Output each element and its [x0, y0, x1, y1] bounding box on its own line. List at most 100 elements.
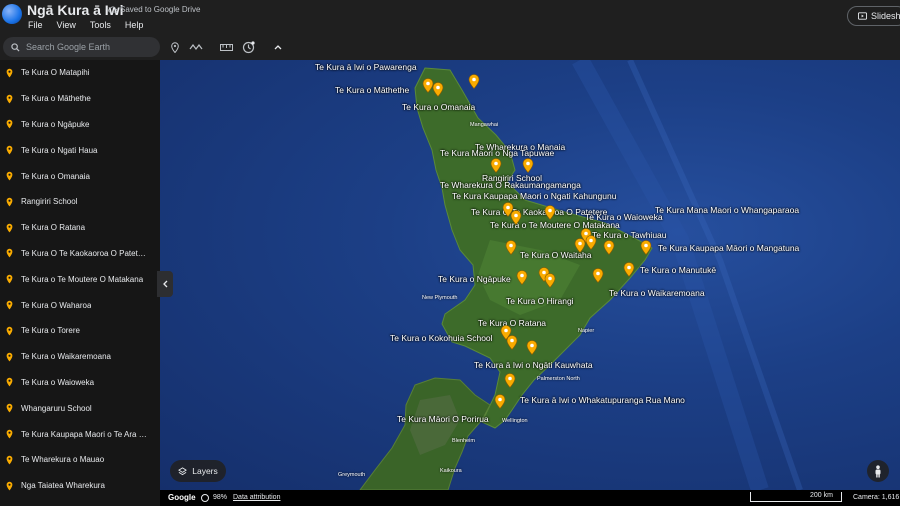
sidebar-item-label: Whangaruru School — [21, 403, 92, 413]
map-pin-icon — [6, 223, 13, 233]
street-view-button[interactable] — [867, 460, 889, 482]
map-pin-icon[interactable] — [504, 373, 516, 388]
school-label: Te Kura o Manutukē — [640, 265, 717, 275]
sidebar-item[interactable]: Te Kura O Ratana — [0, 215, 160, 241]
toolbar — [0, 34, 900, 60]
map-pin-icon[interactable] — [603, 240, 615, 255]
zoom-level: 98% — [213, 494, 228, 501]
sidebar-item[interactable]: Te Kura O Matapihi — [0, 60, 160, 86]
sidebar-item-label: Nga Taiatea Wharekura — [21, 481, 105, 491]
school-label: Te Kura Mana Maori o Whangaparaoa — [655, 205, 800, 215]
sidebar-item[interactable]: Te Kura o Te Moutere O Matakana — [0, 266, 160, 292]
sidebar-item[interactable]: Te Kura O Waharoa — [0, 292, 160, 318]
sidebar-item[interactable]: Te Kura o Omanaia — [0, 163, 160, 189]
city-label: Kaikoura — [440, 468, 462, 474]
sidebar-item-label: Te Kura o Te Moutere O Matakana — [21, 274, 144, 284]
sidebar-item-label: Rangiriri School — [21, 197, 78, 207]
sidebar-item[interactable]: Nga Taiatea Wharekura — [0, 473, 160, 499]
sidebar-item[interactable]: Te Kura o Waioweka — [0, 370, 160, 396]
collapse-toolbar-chevron[interactable] — [271, 41, 285, 53]
map-pin-icon[interactable] — [544, 205, 556, 220]
school-label: Te Kura ā Iwi o Pawarenga — [315, 62, 417, 72]
map-pin-icon[interactable] — [640, 240, 652, 255]
data-attribution-link[interactable]: Data attribution — [233, 494, 280, 501]
google-earth-app: Ngā Kura ā Iwi Saved to Google Drive Fil… — [0, 0, 900, 506]
menu-tools[interactable]: Tools — [90, 20, 111, 30]
sidebar-item[interactable]: Te Kura o Māthethe — [0, 86, 160, 112]
layers-label: Layers — [192, 466, 218, 476]
map-pin-icon[interactable] — [585, 235, 597, 250]
map-pin-icon — [6, 249, 13, 258]
map-pin-icon[interactable] — [494, 394, 506, 409]
sidebar-item[interactable]: Rangiriri School — [0, 189, 160, 215]
path-icon — [189, 44, 203, 50]
map-pin-icon[interactable] — [490, 158, 502, 173]
sidebar-item[interactable]: Te Kura o Torere — [0, 318, 160, 344]
map-pin-icon[interactable] — [592, 268, 604, 283]
google-brand: Google — [168, 493, 196, 502]
map-view[interactable]: Te Kura ā Iwi o Pawarenga Te Kura o Māth… — [160, 60, 900, 490]
sidebar-item-label: Te Kura Kaupapa Maori o Te Ara … — [21, 429, 147, 439]
sidebar-item-label: Te Kura o Waikaremoana — [21, 352, 111, 362]
chevron-up-icon — [274, 45, 282, 50]
menu-view[interactable]: View — [57, 20, 76, 30]
map-pin-icon[interactable] — [505, 240, 517, 255]
sidebar-item[interactable]: Whangaruru School — [0, 395, 160, 421]
history-icon — [242, 40, 255, 53]
map-pin-icon — [6, 94, 13, 104]
menu-help[interactable]: Help — [125, 20, 144, 30]
sidebar-item[interactable]: Te Kura Kaupapa Maori o Te Ara … — [0, 421, 160, 447]
slideshow-button[interactable]: Slidesho — [847, 6, 900, 26]
map-pin-icon[interactable] — [623, 262, 635, 277]
school-label: Te Kura Maori o Nga Tapuwae — [440, 148, 555, 158]
school-label: Te Kura o Kokohuia School — [390, 333, 493, 343]
zoom-indicator-icon — [201, 494, 209, 502]
map-pin-icon[interactable] — [516, 270, 528, 285]
sidebar-item[interactable]: Te Kura o Ngāpuke — [0, 112, 160, 138]
sidebar-item[interactable]: Te Kura o Ngati Haua — [0, 137, 160, 163]
status-bar: Google 98% Data attribution 200 km Camer… — [160, 490, 900, 506]
ruler-icon — [219, 43, 233, 51]
map-pin-icon — [6, 146, 13, 155]
pegman-icon — [875, 464, 881, 477]
search-input[interactable] — [26, 42, 146, 52]
sidebar-item[interactable]: Te Kura o Waikaremoana — [0, 344, 160, 370]
collapse-sidebar-button[interactable] — [157, 271, 173, 297]
save-status-text: Saved to Google Drive — [120, 5, 201, 14]
school-label: Te Kura ā Iwi o Whakatupuranga Rua Mano — [520, 395, 685, 405]
save-status: Saved to Google Drive — [108, 5, 201, 14]
map-pin-icon — [6, 455, 13, 465]
measure-tool[interactable] — [219, 41, 233, 53]
map-pin-icon — [6, 171, 13, 181]
school-label: Te Kura o Waikaremoana — [609, 288, 705, 298]
map-pin-icon — [6, 326, 13, 336]
school-label: Te Kura o Omanaia — [402, 102, 476, 112]
sidebar-item[interactable]: Te Wharekura o Mauao — [0, 447, 160, 473]
school-label: Te Kura o Tawhiuau — [592, 230, 667, 240]
map-pin-icon — [6, 404, 13, 413]
draw-path-tool[interactable] — [189, 41, 203, 53]
map-pin-icon[interactable] — [510, 210, 522, 225]
map-pin-icon[interactable] — [544, 273, 556, 288]
camera-altitude: Camera: 1,616 — [853, 494, 900, 501]
map-terrain — [359, 60, 803, 490]
layers-button[interactable]: Layers — [170, 460, 226, 482]
map-pin-icon — [6, 429, 13, 439]
map-pin-icon[interactable] — [468, 74, 480, 89]
map-pin-icon — [6, 481, 13, 491]
sidebar-item-label: Te Kura O Te Kaokaoroa O Patet… — [21, 248, 146, 258]
map-pin-icon[interactable] — [522, 158, 534, 173]
historical-imagery-tool[interactable] — [241, 40, 255, 53]
menu-file[interactable]: File — [28, 20, 43, 30]
search-box[interactable] — [3, 37, 160, 57]
city-label: Mangawhai — [470, 122, 499, 128]
map-pin-icon[interactable] — [432, 82, 444, 97]
map-pin-icon — [6, 197, 13, 207]
google-earth-logo-icon[interactable] — [2, 4, 22, 24]
sidebar-item-label: Te Kura o Waioweka — [21, 377, 95, 387]
school-label: Te Kura o Māthethe — [335, 85, 410, 95]
add-placemark-tool[interactable] — [168, 41, 182, 53]
map-pin-icon[interactable] — [506, 335, 518, 350]
sidebar-item[interactable]: Te Kura O Te Kaokaoroa O Patet… — [0, 241, 160, 267]
map-pin-icon[interactable] — [526, 340, 538, 355]
